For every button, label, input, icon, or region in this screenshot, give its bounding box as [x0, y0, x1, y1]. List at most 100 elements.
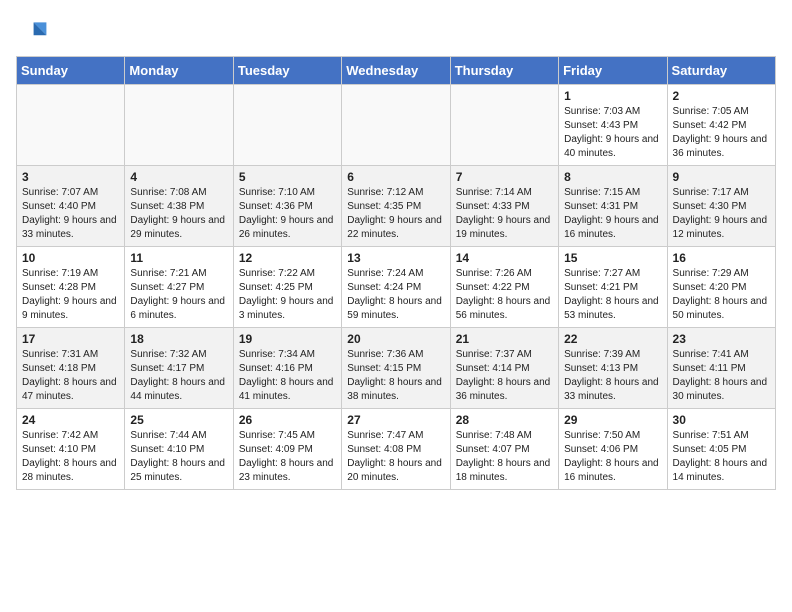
calendar-cell: 25 Sunrise: 7:44 AM Sunset: 4:10 PM Dayli… [125, 409, 233, 490]
day-info: Sunrise: 7:50 AM Sunset: 4:06 PM Dayligh… [564, 429, 661, 485]
calendar-cell: 30Sunrise: 7:51 AM Sunset: 4:05 PM Dayli… [667, 409, 775, 490]
day-info: Sunrise: 7:36 AM Sunset: 4:15 PM Dayligh… [347, 348, 444, 404]
calendar-cell: 1Sunrise: 7:03 AM Sunset: 4:43 PM Daylig… [559, 85, 667, 166]
calendar-cell: 26 Sunrise: 7:45 AM Sunset: 4:09 PM Dayli… [233, 409, 341, 490]
day-info: Sunrise: 7:10 AM Sunset: 4:36 PM Dayligh… [239, 186, 336, 242]
calendar-cell: 10Sunrise: 7:19 AM Sunset: 4:28 PM Dayli… [17, 247, 125, 328]
calendar-cell: 8Sunrise: 7:15 AM Sunset: 4:31 PM Daylig… [559, 166, 667, 247]
day-info: Sunrise: 7:51 AM Sunset: 4:05 PM Dayligh… [673, 429, 770, 485]
day-number: 28 [456, 413, 553, 427]
day-info: Sunrise: 7:12 AM Sunset: 4:35 PM Dayligh… [347, 186, 444, 242]
day-info: Sunrise: 7:32 AM Sunset: 4:17 PM Dayligh… [130, 348, 227, 404]
day-info: Sunrise: 7:21 AM Sunset: 4:27 PM Dayligh… [130, 267, 227, 323]
calendar-cell: 19 Sunrise: 7:34 AM Sunset: 4:16 PM Dayli… [233, 328, 341, 409]
day-number: 12 [239, 251, 336, 265]
calendar-week-row: 24 Sunrise: 7:42 AM Sunset: 4:10 PM Dayli… [17, 409, 776, 490]
day-number: 11 [130, 251, 227, 265]
calendar-cell: 5 Sunrise: 7:10 AM Sunset: 4:36 PM Daylig… [233, 166, 341, 247]
day-number: 27 [347, 413, 444, 427]
calendar-week-row: 1Sunrise: 7:03 AM Sunset: 4:43 PM Daylig… [17, 85, 776, 166]
day-number: 19 [239, 332, 336, 346]
calendar-cell: 16 Sunrise: 7:29 AM Sunset: 4:20 PM Dayli… [667, 247, 775, 328]
calendar-header-row: SundayMondayTuesdayWednesdayThursdayFrid… [17, 57, 776, 85]
calendar-week-row: 3 Sunrise: 7:07 AM Sunset: 4:40 PM Daylig… [17, 166, 776, 247]
weekday-header: Thursday [450, 57, 558, 85]
day-info: Sunrise: 7:29 AM Sunset: 4:20 PM Dayligh… [673, 267, 770, 323]
day-number: 24 [22, 413, 119, 427]
calendar-cell: 7 Sunrise: 7:14 AM Sunset: 4:33 PM Daylig… [450, 166, 558, 247]
day-number: 18 [130, 332, 227, 346]
weekday-header: Friday [559, 57, 667, 85]
calendar-cell: 28Sunrise: 7:48 AM Sunset: 4:07 PM Dayli… [450, 409, 558, 490]
day-number: 6 [347, 170, 444, 184]
calendar-cell: 6 Sunrise: 7:12 AM Sunset: 4:35 PM Daylig… [342, 166, 450, 247]
calendar-cell: 3 Sunrise: 7:07 AM Sunset: 4:40 PM Daylig… [17, 166, 125, 247]
day-number: 23 [673, 332, 770, 346]
weekday-header: Tuesday [233, 57, 341, 85]
day-info: Sunrise: 7:19 AM Sunset: 4:28 PM Dayligh… [22, 267, 119, 323]
day-info: Sunrise: 7:07 AM Sunset: 4:40 PM Dayligh… [22, 186, 119, 242]
calendar-cell: 11 Sunrise: 7:21 AM Sunset: 4:27 PM Dayli… [125, 247, 233, 328]
weekday-header: Sunday [17, 57, 125, 85]
calendar-cell: 12 Sunrise: 7:22 AM Sunset: 4:25 PM Dayli… [233, 247, 341, 328]
calendar-cell: 17Sunrise: 7:31 AM Sunset: 4:18 PM Dayli… [17, 328, 125, 409]
calendar-cell [233, 85, 341, 166]
day-number: 29 [564, 413, 661, 427]
day-info: Sunrise: 7:45 AM Sunset: 4:09 PM Dayligh… [239, 429, 336, 485]
day-number: 9 [673, 170, 770, 184]
calendar-cell [450, 85, 558, 166]
day-info: Sunrise: 7:05 AM Sunset: 4:42 PM Dayligh… [673, 105, 770, 161]
day-info: Sunrise: 7:31 AM Sunset: 4:18 PM Dayligh… [22, 348, 119, 404]
day-info: Sunrise: 7:37 AM Sunset: 4:14 PM Dayligh… [456, 348, 553, 404]
day-info: Sunrise: 7:14 AM Sunset: 4:33 PM Dayligh… [456, 186, 553, 242]
day-number: 25 [130, 413, 227, 427]
day-info: Sunrise: 7:24 AM Sunset: 4:24 PM Dayligh… [347, 267, 444, 323]
day-number: 14 [456, 251, 553, 265]
day-number: 2 [673, 89, 770, 103]
calendar-cell [17, 85, 125, 166]
day-number: 13 [347, 251, 444, 265]
calendar-cell: 22 Sunrise: 7:39 AM Sunset: 4:13 PM Dayli… [559, 328, 667, 409]
day-info: Sunrise: 7:27 AM Sunset: 4:21 PM Dayligh… [564, 267, 661, 323]
calendar-week-row: 17Sunrise: 7:31 AM Sunset: 4:18 PM Dayli… [17, 328, 776, 409]
calendar-cell: 2 Sunrise: 7:05 AM Sunset: 4:42 PM Daylig… [667, 85, 775, 166]
day-number: 22 [564, 332, 661, 346]
day-info: Sunrise: 7:44 AM Sunset: 4:10 PM Dayligh… [130, 429, 227, 485]
day-info: Sunrise: 7:22 AM Sunset: 4:25 PM Dayligh… [239, 267, 336, 323]
day-info: Sunrise: 7:41 AM Sunset: 4:11 PM Dayligh… [673, 348, 770, 404]
day-info: Sunrise: 7:42 AM Sunset: 4:10 PM Dayligh… [22, 429, 119, 485]
day-info: Sunrise: 7:47 AM Sunset: 4:08 PM Dayligh… [347, 429, 444, 485]
day-info: Sunrise: 7:17 AM Sunset: 4:30 PM Dayligh… [673, 186, 770, 242]
calendar-cell: 13 Sunrise: 7:24 AM Sunset: 4:24 PM Dayli… [342, 247, 450, 328]
day-number: 20 [347, 332, 444, 346]
calendar-table: SundayMondayTuesdayWednesdayThursdayFrid… [16, 56, 776, 490]
day-number: 26 [239, 413, 336, 427]
calendar-cell: 14 Sunrise: 7:26 AM Sunset: 4:22 PM Dayli… [450, 247, 558, 328]
day-number: 16 [673, 251, 770, 265]
calendar-cell: 9 Sunrise: 7:17 AM Sunset: 4:30 PM Daylig… [667, 166, 775, 247]
day-info: Sunrise: 7:08 AM Sunset: 4:38 PM Dayligh… [130, 186, 227, 242]
calendar-cell: 24 Sunrise: 7:42 AM Sunset: 4:10 PM Dayli… [17, 409, 125, 490]
day-number: 3 [22, 170, 119, 184]
day-info: Sunrise: 7:15 AM Sunset: 4:31 PM Dayligh… [564, 186, 661, 242]
weekday-header: Wednesday [342, 57, 450, 85]
day-number: 7 [456, 170, 553, 184]
day-number: 21 [456, 332, 553, 346]
calendar-week-row: 10Sunrise: 7:19 AM Sunset: 4:28 PM Dayli… [17, 247, 776, 328]
day-info: Sunrise: 7:34 AM Sunset: 4:16 PM Dayligh… [239, 348, 336, 404]
weekday-header: Saturday [667, 57, 775, 85]
calendar-cell [125, 85, 233, 166]
logo [16, 16, 52, 48]
calendar-cell: 27 Sunrise: 7:47 AM Sunset: 4:08 PM Dayli… [342, 409, 450, 490]
calendar-cell: 20 Sunrise: 7:36 AM Sunset: 4:15 PM Dayli… [342, 328, 450, 409]
page-header [16, 16, 776, 48]
day-info: Sunrise: 7:26 AM Sunset: 4:22 PM Dayligh… [456, 267, 553, 323]
calendar-cell: 23 Sunrise: 7:41 AM Sunset: 4:11 PM Dayli… [667, 328, 775, 409]
day-number: 4 [130, 170, 227, 184]
calendar-cell: 29 Sunrise: 7:50 AM Sunset: 4:06 PM Dayli… [559, 409, 667, 490]
day-number: 15 [564, 251, 661, 265]
calendar-cell: 18 Sunrise: 7:32 AM Sunset: 4:17 PM Dayli… [125, 328, 233, 409]
day-info: Sunrise: 7:39 AM Sunset: 4:13 PM Dayligh… [564, 348, 661, 404]
day-number: 5 [239, 170, 336, 184]
day-info: Sunrise: 7:03 AM Sunset: 4:43 PM Dayligh… [564, 105, 661, 161]
